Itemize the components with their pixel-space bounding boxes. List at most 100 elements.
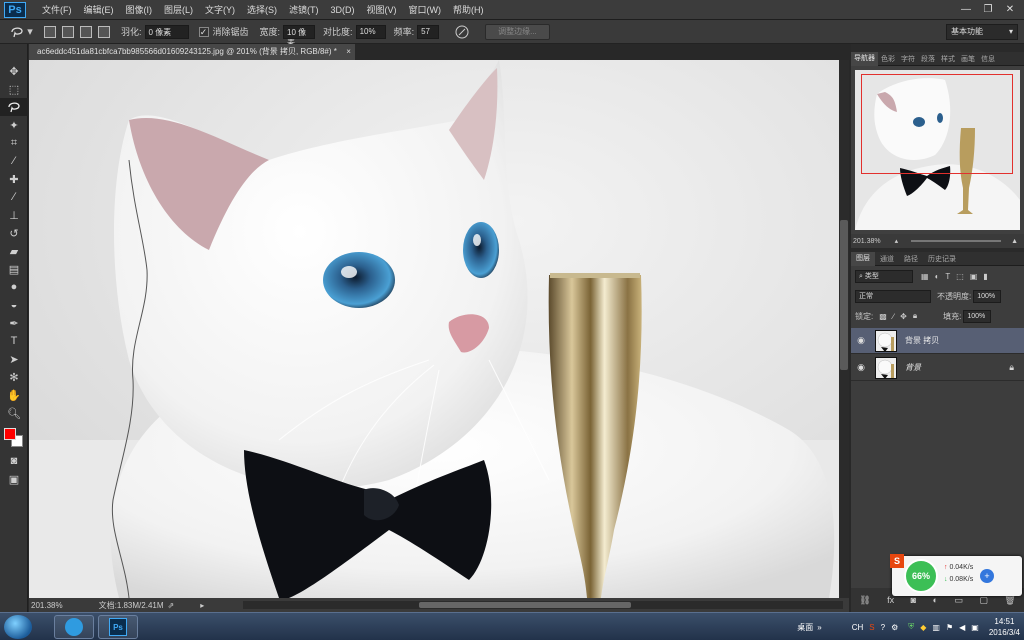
workspace-select[interactable]: 基本功能 ▾ [946,24,1018,40]
tab-navigator[interactable]: 导航器 [851,51,878,66]
opacity-input[interactable]: 100% [973,289,1002,303]
menu-layer[interactable]: 图层(L) [158,0,199,20]
navigator-preview[interactable] [855,70,1020,230]
add-mask-icon[interactable]: ◙ [911,595,916,605]
refine-edge-button[interactable]: 调整边缘... [485,23,550,40]
antialias-checkbox[interactable]: ✓ [198,26,209,37]
tab-info[interactable]: 信息 [978,54,998,64]
intersect-selection-icon[interactable] [98,25,110,38]
marquee-icon[interactable]: ⬚ [0,80,28,98]
close-icon[interactable]: × [346,44,351,60]
history-brush-icon[interactable]: ↺ [0,224,28,242]
lasso-icon[interactable] [0,98,28,116]
document-tab[interactable]: ac6eddc451da81cbfca7bb985566d01609243125… [29,44,355,60]
stamp-icon[interactable]: ⊥ [0,206,28,224]
fill-input[interactable]: 100% [963,309,992,323]
pen-icon[interactable]: ✒ [0,314,28,332]
desktop-label[interactable]: 桌面 [797,622,813,633]
new-selection-icon[interactable] [44,25,56,38]
settings-tray-icon[interactable]: ⚙ [891,623,898,632]
zoom-in-icon[interactable]: ▲ [1011,238,1018,245]
taskbar-app-photoshop[interactable]: Ps [98,615,138,639]
tab-history[interactable]: 历史记录 [923,254,961,264]
width-input[interactable]: 10 像素 [283,24,316,48]
delete-layer-icon[interactable]: 🗑︎ [1004,595,1015,606]
tab-channels[interactable]: 通道 [875,254,899,264]
eyedropper-icon[interactable]: ⁄ [0,152,28,170]
add-selection-icon[interactable] [62,25,74,38]
adjustment-layer-icon[interactable]: ◐ [932,595,937,605]
lock-all-icon[interactable]: 🔒︎ [913,311,917,321]
color-swatches[interactable] [0,422,28,452]
filter-pixel-icon[interactable]: ▦ [921,272,929,281]
magnetic-lasso-icon[interactable] [8,23,26,41]
ime-indicator[interactable]: CH [852,623,864,632]
menu-type[interactable]: 文字(Y) [199,0,241,20]
volume-icon[interactable]: ◀︎ [959,623,965,632]
vertical-scroll-thumb[interactable] [840,220,848,370]
lock-transparent-icon[interactable]: ▩ [879,312,887,321]
clock[interactable]: 14:51 2016/3/4 [989,616,1020,638]
minimize-button[interactable]: — [956,2,976,16]
path-select-icon[interactable]: ➤ [0,350,28,368]
help-tray-icon[interactable]: ? [881,623,885,632]
tab-paths[interactable]: 路径 [899,254,923,264]
crop-icon[interactable]: ⌗ [0,134,28,152]
menu-help[interactable]: 帮助(H) [447,0,490,20]
layer-name[interactable]: 背景 [905,362,921,373]
lock-position-icon[interactable]: ✥ [900,312,907,321]
navigator-view-box[interactable] [861,74,1013,174]
zoom-status[interactable]: 201.38% [31,601,63,610]
menu-filter[interactable]: 滤镜(T) [283,0,325,20]
shield-icon[interactable]: ⛨ [908,622,914,632]
export-icon[interactable]: ⇗ [168,601,175,610]
blend-mode-select[interactable]: 正常 [855,289,931,303]
hand-icon[interactable]: ✋ [0,386,28,404]
restore-button[interactable]: ❐ [978,2,998,16]
screen-mode-icon[interactable]: ▣ [0,470,28,488]
dropdown-arrow-icon[interactable]: ▾ [26,23,34,41]
horizontal-scroll-thumb[interactable] [419,602,631,608]
menu-file[interactable]: 文件(F) [36,0,78,20]
quick-mask-icon[interactable]: ◙ [0,452,28,470]
canvas[interactable] [29,60,839,598]
navigator-zoom[interactable]: 201.38% [853,238,881,245]
layer-background[interactable]: ◉ 背景 🔒︎ [851,355,1024,381]
magic-wand-icon[interactable]: ✦ [0,116,28,134]
close-button[interactable]: ✕ [1000,2,1020,16]
feather-input[interactable]: 0 像素 [144,24,189,39]
memory-percent[interactable]: 66% [904,559,938,593]
layer-kind-filter[interactable]: ⌕ 类型 [855,269,913,283]
tab-layers[interactable]: 图层 [851,251,875,266]
sogou-icon[interactable]: S [890,554,904,568]
menu-view[interactable]: 视图(V) [361,0,403,20]
status-menu-arrow-icon[interactable]: ▸ [200,601,204,610]
zoom-icon[interactable]: 🔍︎ [0,404,28,422]
move-icon[interactable]: ✥ [0,62,28,80]
menu-edit[interactable]: 编辑(E) [78,0,120,20]
flag-icon[interactable]: ⚑ [946,623,953,632]
menu-3d[interactable]: 3D(D) [325,0,361,20]
layer-background-copy[interactable]: ◉ 背景 拷贝 [851,328,1024,354]
filter-adjust-icon[interactable]: ◐ [935,272,940,281]
zoom-out-icon[interactable]: ▴ [895,237,899,245]
start-button[interactable] [4,615,32,639]
network-tray-icon[interactable]: ▥ [932,623,940,632]
filter-shape-icon[interactable]: ⬚ [956,272,964,281]
frequency-input[interactable]: 57 [417,24,440,39]
tab-character[interactable]: 字符 [898,54,918,64]
menu-image[interactable]: 图像(I) [120,0,159,20]
link-layers-icon[interactable]: ⛓ [859,595,870,606]
security-tray-icon[interactable]: ◆ [920,623,926,632]
layer-name[interactable]: 背景 拷贝 [905,335,939,346]
eraser-icon[interactable]: ▰ [0,242,28,260]
tab-color[interactable]: 色彩 [878,54,898,64]
pen-pressure-icon[interactable] [453,23,471,41]
brush-icon[interactable]: ∕ [0,188,28,206]
contrast-input[interactable]: 10% [355,24,386,39]
blur-icon[interactable]: ● [0,278,28,296]
sogou-tray-icon[interactable]: S [869,623,874,632]
horizontal-scrollbar[interactable] [243,601,843,609]
taskbar-app-browser[interactable] [54,615,94,639]
network-speed-widget[interactable]: S 66% ↑ 0.04K/s ↓ 0.08K/s + [890,554,1022,596]
